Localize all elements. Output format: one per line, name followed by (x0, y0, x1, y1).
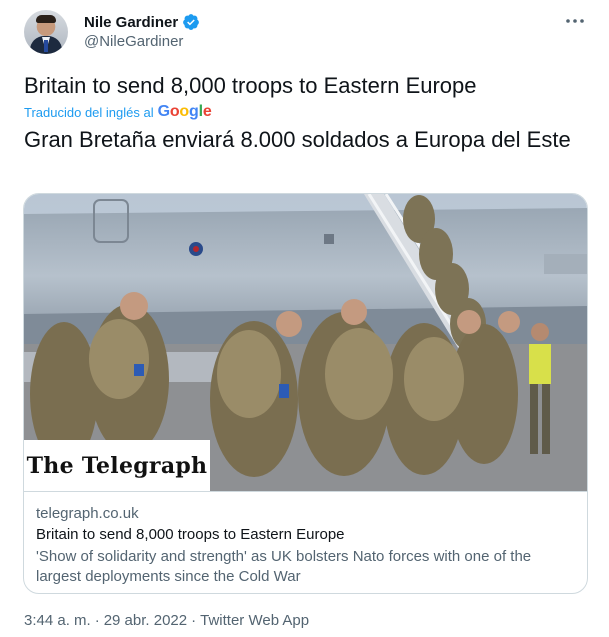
tweet-translated-text: Gran Bretaña enviará 8.000 soldados a Eu… (24, 127, 571, 152)
card-body[interactable]: telegraph.co.uk Britain to send 8,000 tr… (24, 491, 587, 593)
link-card[interactable]: The Telegraph telegraph.co.uk Britain to… (23, 193, 588, 594)
tweet: Nile Gardiner @NileGardiner Britain to s… (0, 0, 609, 637)
tweet-header: Nile Gardiner @NileGardiner (24, 10, 590, 58)
telegraph-masthead-logo: The Telegraph (24, 440, 210, 491)
more-options-icon[interactable] (560, 10, 590, 32)
verified-badge-icon (182, 13, 200, 31)
card-image[interactable]: The Telegraph (24, 194, 587, 491)
author-name-row: Nile Gardiner (84, 13, 200, 31)
google-logo: Google (157, 103, 212, 120)
masthead-text: The Telegraph (26, 452, 208, 479)
translated-from-label[interactable]: Traducido del inglés al (24, 105, 154, 120)
author-display-name[interactable]: Nile Gardiner (84, 14, 178, 31)
translation-attribution[interactable]: Traducido del inglés al Google (24, 103, 212, 121)
tweet-original-text: Britain to send 8,000 troops to Eastern … (24, 73, 477, 98)
tweet-time[interactable]: 3:44 a. m. (24, 612, 91, 629)
card-title: Britain to send 8,000 troops to Eastern … (36, 526, 345, 543)
author-handle[interactable]: @NileGardiner (84, 33, 183, 50)
card-description: 'Show of solidarity and strength' as UK … (36, 548, 532, 585)
meta-separator: · (191, 612, 197, 629)
avatar[interactable] (24, 10, 68, 54)
meta-separator: · (94, 612, 100, 629)
card-domain: telegraph.co.uk (36, 505, 139, 522)
tweet-date[interactable]: 29 abr. 2022 (104, 612, 187, 629)
tweet-client[interactable]: Twitter Web App (200, 612, 309, 629)
tweet-metadata: 3:44 a. m. · 29 abr. 2022 · Twitter Web … (24, 612, 309, 629)
